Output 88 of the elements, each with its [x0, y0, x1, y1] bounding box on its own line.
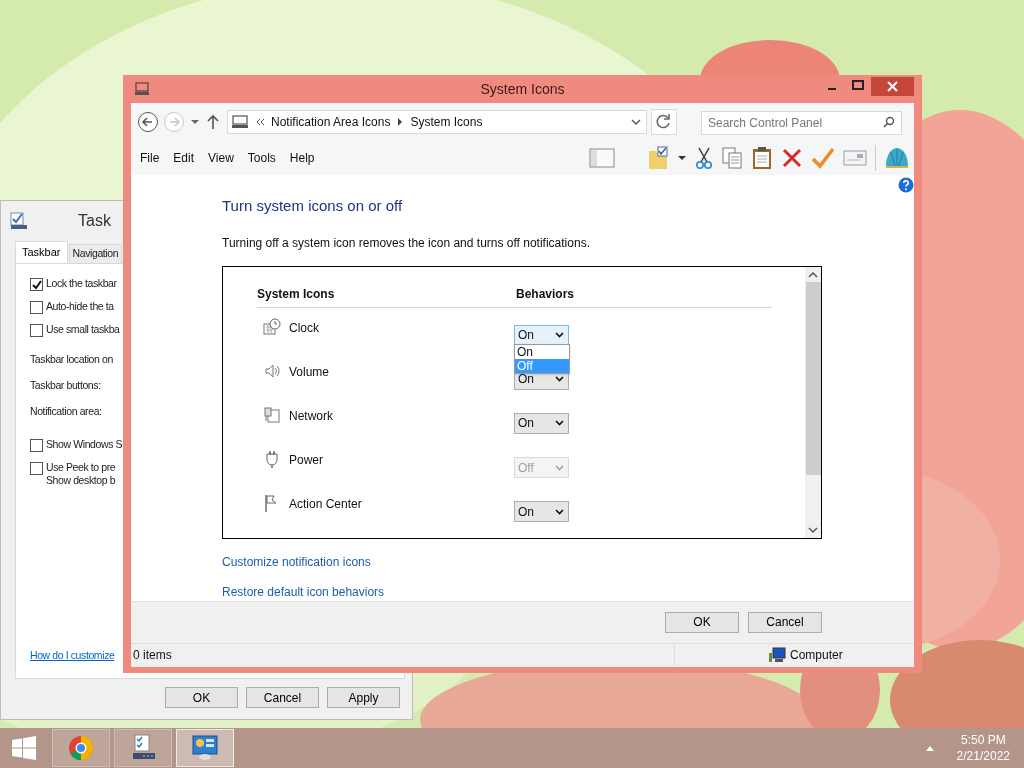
- description-text: Turning off a system icon removes the icon and turns off notifications.: [222, 234, 590, 252]
- checkbox[interactable]: [30, 324, 43, 337]
- chevron-down-icon: [555, 464, 564, 471]
- refresh-icon[interactable]: [651, 109, 677, 135]
- clipboard-icon[interactable]: [751, 146, 773, 170]
- dialog-button[interactable]: Cancel: [246, 687, 319, 708]
- checkbox[interactable]: [30, 278, 43, 291]
- dialog-button[interactable]: OK: [665, 611, 739, 633]
- clock-icon: [263, 317, 281, 336]
- checkbox-label[interactable]: Auto-hide the ta: [46, 300, 114, 313]
- checkmark-icon[interactable]: [811, 147, 835, 169]
- folder-check-icon[interactable]: [647, 145, 669, 171]
- checklist-icon: [10, 212, 28, 230]
- address-bar[interactable]: Notification Area Icons System Icons: [227, 110, 647, 134]
- scroll-thumb[interactable]: [805, 281, 821, 475]
- windows-logo-icon[interactable]: [10, 736, 38, 760]
- clock-time: 5:50 PM: [960, 732, 1006, 748]
- computer-icon: [134, 82, 150, 96]
- chevron-down-icon: [555, 420, 564, 427]
- icon-name: Power: [289, 452, 324, 470]
- link[interactable]: Customize notification icons: [222, 552, 371, 571]
- dialog-button[interactable]: OK: [165, 687, 238, 708]
- caret-icon[interactable]: [677, 153, 687, 163]
- chevron-icon: [255, 117, 265, 127]
- menu-item[interactable]: File: [140, 149, 160, 167]
- delete-icon[interactable]: [781, 147, 803, 169]
- round-logo-icon: [67, 734, 95, 762]
- menu-item[interactable]: Tools: [247, 149, 276, 167]
- icon-name: Volume: [289, 363, 331, 381]
- caret-icon[interactable]: [189, 117, 201, 127]
- window-title: Task: [78, 211, 111, 231]
- column-header: Behaviors: [516, 285, 575, 303]
- computer-icon: [231, 115, 249, 129]
- link[interactable]: Restore default icon behaviors: [222, 582, 385, 601]
- page-heading: Turn system icons on or off: [222, 196, 403, 216]
- help-icon[interactable]: [898, 177, 914, 193]
- close-icon[interactable]: [871, 77, 914, 96]
- dialog-button[interactable]: Cancel: [748, 611, 822, 633]
- dropdown-icon[interactable]: [630, 117, 642, 127]
- menu-item[interactable]: Help: [289, 149, 315, 167]
- checkbox[interactable]: [30, 439, 43, 452]
- checkbox-label[interactable]: Use Peek to pre Show desktop b: [46, 461, 116, 487]
- scrollbar[interactable]: [805, 266, 821, 538]
- menu-item[interactable]: Edit: [173, 149, 195, 167]
- breadcrumb[interactable]: System Icons: [410, 113, 483, 131]
- dialog-button[interactable]: Apply: [327, 687, 400, 708]
- arrow-icon: [396, 117, 405, 127]
- chevron-down-icon: [555, 508, 564, 515]
- computer-icon: [768, 647, 786, 663]
- checkbox-label[interactable]: Show Windows S: [46, 438, 123, 451]
- checkbox[interactable]: [30, 462, 43, 475]
- behavior-dropdown[interactable]: On: [514, 324, 569, 346]
- taskbar-button[interactable]: [176, 729, 234, 767]
- search-field[interactable]: Search Control Panel: [701, 110, 902, 135]
- dropdown-option[interactable]: On: [515, 344, 569, 359]
- window-title: System Icons: [480, 79, 565, 99]
- control-panel-icon: [191, 734, 219, 762]
- breadcrumb[interactable]: Notification Area Icons: [271, 113, 391, 131]
- icon-name: Clock: [289, 319, 320, 337]
- field-label: Taskbar location on: [30, 353, 113, 366]
- tab[interactable]: Navigation: [68, 244, 123, 263]
- checkbox[interactable]: [30, 301, 43, 314]
- icon-name: Action Center: [289, 496, 363, 514]
- behavior-dropdown[interactable]: On: [514, 412, 569, 434]
- icon-name: Network: [289, 407, 334, 425]
- network-icon: [263, 405, 281, 424]
- chevron-down-icon: [555, 332, 564, 338]
- search-icon[interactable]: [883, 115, 895, 128]
- status-text: 0 items: [132, 647, 173, 664]
- field-label: Taskbar buttons:: [30, 379, 101, 392]
- tab[interactable]: Taskbar: [15, 241, 68, 263]
- menu-item[interactable]: View: [208, 149, 234, 167]
- checkbox-label[interactable]: Use small taskba: [46, 323, 120, 336]
- status-text: Computer: [790, 647, 843, 664]
- chevron-up-icon[interactable]: [924, 744, 935, 752]
- up-arrow-icon[interactable]: [205, 114, 221, 130]
- help-link[interactable]: How do I customize: [30, 648, 115, 664]
- checkbox-label[interactable]: Lock the taskbar: [46, 277, 117, 290]
- taskbar-button[interactable]: [114, 729, 172, 767]
- chevron-down-icon: [555, 376, 564, 383]
- field-label: Notification area:: [30, 405, 102, 418]
- plug-icon: [263, 450, 281, 469]
- scissors-icon[interactable]: [695, 146, 713, 170]
- column-header: System Icons: [257, 285, 336, 303]
- back-icon[interactable]: [137, 111, 159, 133]
- clock-date: 2/21/2022: [956, 748, 1010, 764]
- behavior-dropdown[interactable]: On: [514, 501, 569, 523]
- shell-icon[interactable]: [884, 146, 910, 170]
